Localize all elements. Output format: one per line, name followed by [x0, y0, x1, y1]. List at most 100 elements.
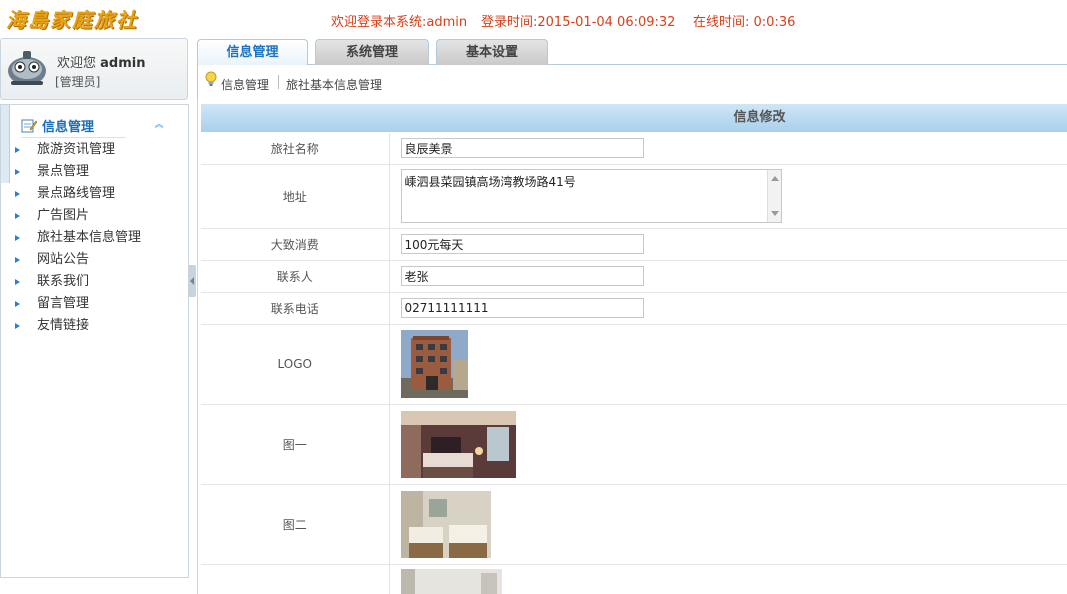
phone-input[interactable] [400, 298, 644, 318]
menu-item-scenic-routes[interactable]: 景点路线管理 [11, 183, 181, 205]
image-1-label: 图一 [201, 404, 390, 485]
top-tabs: 信息管理 系统管理 基本设置 [197, 38, 1067, 65]
breadcrumb-level-1[interactable]: 信息管理 [221, 76, 269, 93]
welcome-text: 欢迎登录本系统:admin [331, 15, 468, 30]
menu-item-ad-images[interactable]: 广告图片 [11, 205, 181, 227]
name-label: 旅社名称 [201, 133, 390, 165]
menu-item-label: 景点管理 [37, 164, 90, 179]
online-time: 在线时间: 0:0:36 [693, 15, 796, 30]
form-row-cost: 大致消费 [201, 228, 1067, 261]
menu-item-announcements[interactable]: 网站公告 [11, 249, 181, 271]
address-textarea[interactable]: 嵊泗县菜园镇高场湾教场路41号 [400, 169, 782, 223]
menu-divider [21, 137, 126, 138]
contact-label: 联系人 [201, 260, 390, 293]
arrow-right-icon [15, 235, 20, 241]
tab-info-management[interactable]: 信息管理 [197, 39, 308, 65]
room-image-1[interactable] [400, 410, 516, 478]
form-row-logo: LOGO [201, 324, 1067, 405]
form-row-image-3 [201, 564, 1067, 594]
name-cell [389, 133, 1067, 165]
menu-item-label: 网站公告 [37, 252, 90, 267]
textarea-scrollbar[interactable] [766, 170, 781, 222]
edit-form-table: 旅社名称 地址 嵊泗县菜园镇高场湾教场路41号 [201, 133, 1067, 594]
sidebar-strip[interactable] [1, 105, 10, 183]
sidebar-toggle-handle[interactable] [188, 265, 196, 297]
form-row-image-2: 图二 [201, 484, 1067, 565]
form-title: 信息修改 [201, 104, 1067, 132]
greeting-text: 欢迎您 [57, 56, 97, 71]
phone-cell [389, 292, 1067, 325]
scroll-down-icon[interactable] [770, 211, 779, 216]
logo-label: LOGO [201, 324, 390, 405]
menu-item-label: 旅游资讯管理 [37, 142, 116, 157]
menu-item-friend-links[interactable]: 友情链接 [11, 315, 181, 337]
arrow-right-icon [15, 169, 20, 175]
address-text: 嵊泗县菜园镇高场湾教场路41号 [404, 175, 576, 189]
menu-item-messages[interactable]: 留言管理 [11, 293, 181, 315]
cost-label: 大致消费 [201, 228, 390, 261]
menu-item-label: 景点路线管理 [37, 186, 116, 201]
cost-input[interactable] [400, 234, 644, 254]
admin-avatar-icon [8, 51, 46, 85]
contact-person-input[interactable] [400, 266, 644, 286]
address-label: 地址 [201, 164, 390, 229]
admin-page: 海島家庭旅社 欢迎登录本系统:admin 登录时间:2015-01-04 06:… [0, 0, 1067, 594]
cost-cell [389, 228, 1067, 261]
tab-system-management[interactable]: 系统管理 [315, 39, 429, 65]
scroll-up-icon[interactable] [770, 176, 779, 181]
image-3-cell [389, 564, 1067, 594]
user-role: [管理员] [55, 75, 101, 89]
menu-item-travel-news[interactable]: 旅游资讯管理 [11, 139, 181, 161]
form-row-contact: 联系人 [201, 260, 1067, 293]
arrow-right-icon [15, 257, 20, 263]
address-cell: 嵊泗县菜园镇高场湾教场路41号 [389, 164, 1067, 229]
breadcrumb-separator [278, 75, 279, 89]
menu-item-contact-us[interactable]: 联系我们 [11, 271, 181, 293]
breadcrumb: 信息管理 旅社基本信息管理 [197, 65, 1067, 99]
logo-image[interactable] [400, 330, 468, 398]
site-logo: 海島家庭旅社 [6, 8, 138, 32]
form-row-address: 地址 嵊泗县菜园镇高场湾教场路41号 [201, 164, 1067, 229]
arrow-right-icon [15, 213, 20, 219]
menu-list: 旅游资讯管理 景点管理 景点路线管理 广告图片 旅社基本信息管理 网站公告 联系… [11, 139, 181, 337]
user-greeting: 欢迎您 admin [57, 52, 146, 71]
menu-section-title: 信息管理 [42, 120, 95, 135]
sidebar-menu: 信息管理 ︽ 旅游资讯管理 景点管理 景点路线管理 广告图片 旅社基本信息管理 … [0, 104, 189, 578]
form-row-name: 旅社名称 [201, 133, 1067, 165]
arrow-right-icon [15, 301, 20, 307]
image-1-cell [389, 404, 1067, 485]
logo-cell [389, 324, 1067, 405]
image-3-label [201, 564, 390, 594]
arrow-right-icon [15, 279, 20, 285]
image-2-cell [389, 484, 1067, 565]
menu-section-header[interactable]: 信息管理 ︽ [21, 115, 171, 137]
arrow-right-icon [15, 323, 20, 329]
tab-basic-settings[interactable]: 基本设置 [436, 39, 548, 65]
breadcrumb-level-2: 旅社基本信息管理 [286, 78, 383, 92]
collapse-chevron-icon[interactable]: ︽ [153, 119, 165, 131]
menu-item-hotel-basic-info[interactable]: 旅社基本信息管理 [11, 227, 181, 249]
hotel-name-input[interactable] [400, 138, 644, 159]
menu-item-scenic-spots[interactable]: 景点管理 [11, 161, 181, 183]
user-name: admin [100, 56, 146, 71]
form-row-phone: 联系电话 [201, 292, 1067, 325]
menu-item-label: 留言管理 [37, 296, 90, 311]
contact-cell [389, 260, 1067, 293]
menu-item-label: 友情链接 [37, 318, 90, 333]
form-row-image-1: 图一 [201, 404, 1067, 485]
login-time: 登录时间:2015-01-04 06:09:32 [481, 15, 676, 30]
user-info-box: 欢迎您 admin [管理员] [0, 38, 188, 100]
menu-item-label: 联系我们 [37, 274, 90, 289]
arrow-right-icon [15, 191, 20, 197]
menu-item-label: 广告图片 [37, 208, 90, 223]
content-panel: 信息修改 旅社名称 地址 嵊泗县菜园镇高场湾教场路41号 [197, 99, 1067, 594]
room-image-3[interactable] [400, 568, 502, 594]
arrow-right-icon [15, 147, 20, 153]
top-header: 海島家庭旅社 欢迎登录本系统:admin 登录时间:2015-01-04 06:… [0, 0, 1067, 38]
room-image-2[interactable] [400, 490, 491, 558]
menu-item-label: 旅社基本信息管理 [37, 230, 142, 245]
lightbulb-icon [205, 71, 217, 86]
phone-label: 联系电话 [201, 292, 390, 325]
edit-document-icon [21, 119, 37, 133]
image-2-label: 图二 [201, 484, 390, 565]
